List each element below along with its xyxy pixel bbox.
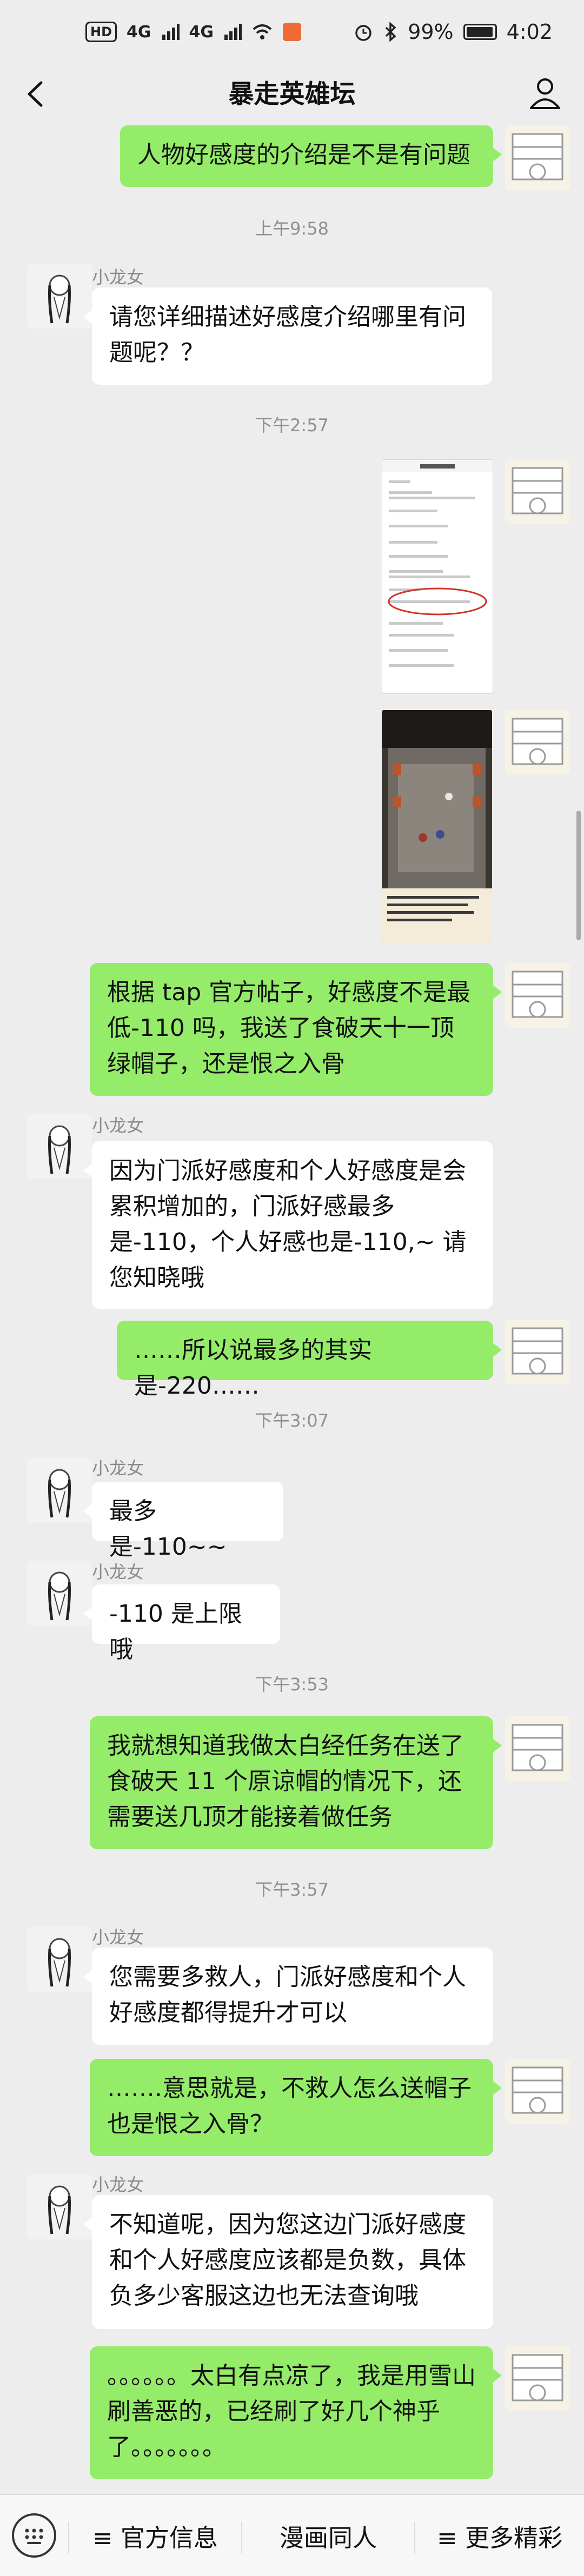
agent-message-bubble[interactable]: -110 是上限哦: [83, 1584, 280, 1663]
menu-more[interactable]: ≡ 更多精彩: [415, 2495, 584, 2576]
my-avatar[interactable]: [505, 125, 570, 190]
battery-percent: 99%: [408, 20, 454, 44]
my-avatar[interactable]: [505, 2059, 570, 2124]
my-message-bubble[interactable]: 人物好感度的介绍是不是有问题: [120, 125, 502, 187]
battery-icon: [463, 24, 497, 40]
shared-screenshot-image[interactable]: [382, 459, 493, 694]
sender-name: 小龙女: [92, 1562, 144, 1582]
shared-game-screenshot-image[interactable]: [382, 710, 492, 944]
timestamp: 下午2:57: [255, 415, 329, 436]
timestamp: 下午3:57: [255, 1879, 329, 1900]
agent-avatar[interactable]: [27, 1458, 92, 1523]
keyboard-icon[interactable]: [12, 2513, 56, 2558]
timestamp: 下午3:53: [255, 1674, 329, 1695]
app-notification-icon: [283, 23, 302, 41]
sender-name: 小龙女: [92, 1458, 144, 1478]
my-avatar[interactable]: [505, 1320, 570, 1384]
status-bar: HD 4G 4G 99% 4:02: [0, 0, 584, 64]
scrollbar[interactable]: [576, 811, 581, 940]
my-avatar[interactable]: [505, 459, 570, 524]
agent-avatar[interactable]: [27, 1114, 92, 1179]
my-avatar[interactable]: [505, 710, 570, 775]
agent-message-bubble[interactable]: 因为门派好感度和个人好感度是会累积增加的，门派好感最多是-110，个人好感也是-…: [83, 1141, 493, 1309]
hd-badge: HD: [85, 22, 117, 42]
alarm-icon: [355, 25, 371, 41]
my-avatar[interactable]: [505, 963, 570, 1028]
my-message-bubble[interactable]: 我就想知道我做太白经任务在送了食破天 11 个原谅帽的情况下，还需要送几顶才能接…: [90, 1716, 502, 1849]
sender-name: 小龙女: [92, 1927, 144, 1948]
sender-name: 小龙女: [92, 1115, 144, 1136]
bluetooth-icon: [385, 22, 396, 42]
page-title: 暴走英雄坛: [228, 79, 356, 109]
my-avatar[interactable]: [505, 2346, 570, 2411]
signal-4g-1: 4G: [127, 22, 151, 42]
agent-message-bubble[interactable]: 请您详细描述好感度介绍哪里有问题呢？？: [83, 287, 492, 385]
clock: 4:02: [506, 20, 553, 44]
chevron-left-icon[interactable]: [19, 78, 52, 110]
agent-avatar[interactable]: [27, 1927, 92, 1992]
my-avatar[interactable]: [505, 1716, 570, 1781]
nav-bar: 暴走英雄坛: [0, 64, 584, 119]
agent-message-bubble[interactable]: 您需要多救人，门派好感度和个人好感度都得提升才可以: [83, 1948, 493, 2045]
menu-comic-fan[interactable]: 漫画同人: [242, 2495, 414, 2576]
sender-name: 小龙女: [92, 2174, 144, 2195]
agent-message-bubble[interactable]: 最多是-110~~: [83, 1482, 283, 1561]
signal-4g-2: 4G: [189, 22, 214, 42]
agent-message-bubble[interactable]: 不知道呢，因为您这边门派好感度和个人好感度应该都是负数，具体负多少客服这边也无法…: [83, 2195, 493, 2329]
timestamp: 上午9:58: [255, 218, 329, 239]
signal-bars-icon: [224, 24, 242, 40]
sender-name: 小龙女: [92, 267, 144, 287]
agent-avatar[interactable]: [27, 2174, 92, 2239]
wifi-icon: [253, 24, 272, 39]
person-icon[interactable]: [528, 76, 562, 110]
timestamp: 下午3:07: [255, 1410, 329, 1431]
bottom-menu-bar: ≡ 官方信息 漫画同人 ≡ 更多精彩: [0, 2494, 584, 2576]
agent-avatar[interactable]: [27, 1561, 92, 1625]
my-message-bubble[interactable]: ……所以说最多的其实是-220……: [117, 1321, 502, 1400]
my-message-bubble[interactable]: 根据 tap 官方帖子，好感度不是最低-110 吗，我送了食破天十一顶绿帽子，还…: [90, 963, 502, 1096]
my-message-bubble[interactable]: …….意思就是，不救人怎么送帽子也是恨之入骨？: [90, 2059, 502, 2156]
my-message-bubble[interactable]: 。。。。。。太白有点凉了，我是用雪山刷善恶的，已经刷了好几个神乎了。。。。。。。: [90, 2346, 502, 2479]
signal-bars-icon: [162, 24, 180, 40]
menu-official-info[interactable]: ≡ 官方信息: [69, 2495, 241, 2576]
agent-avatar[interactable]: [27, 264, 92, 329]
